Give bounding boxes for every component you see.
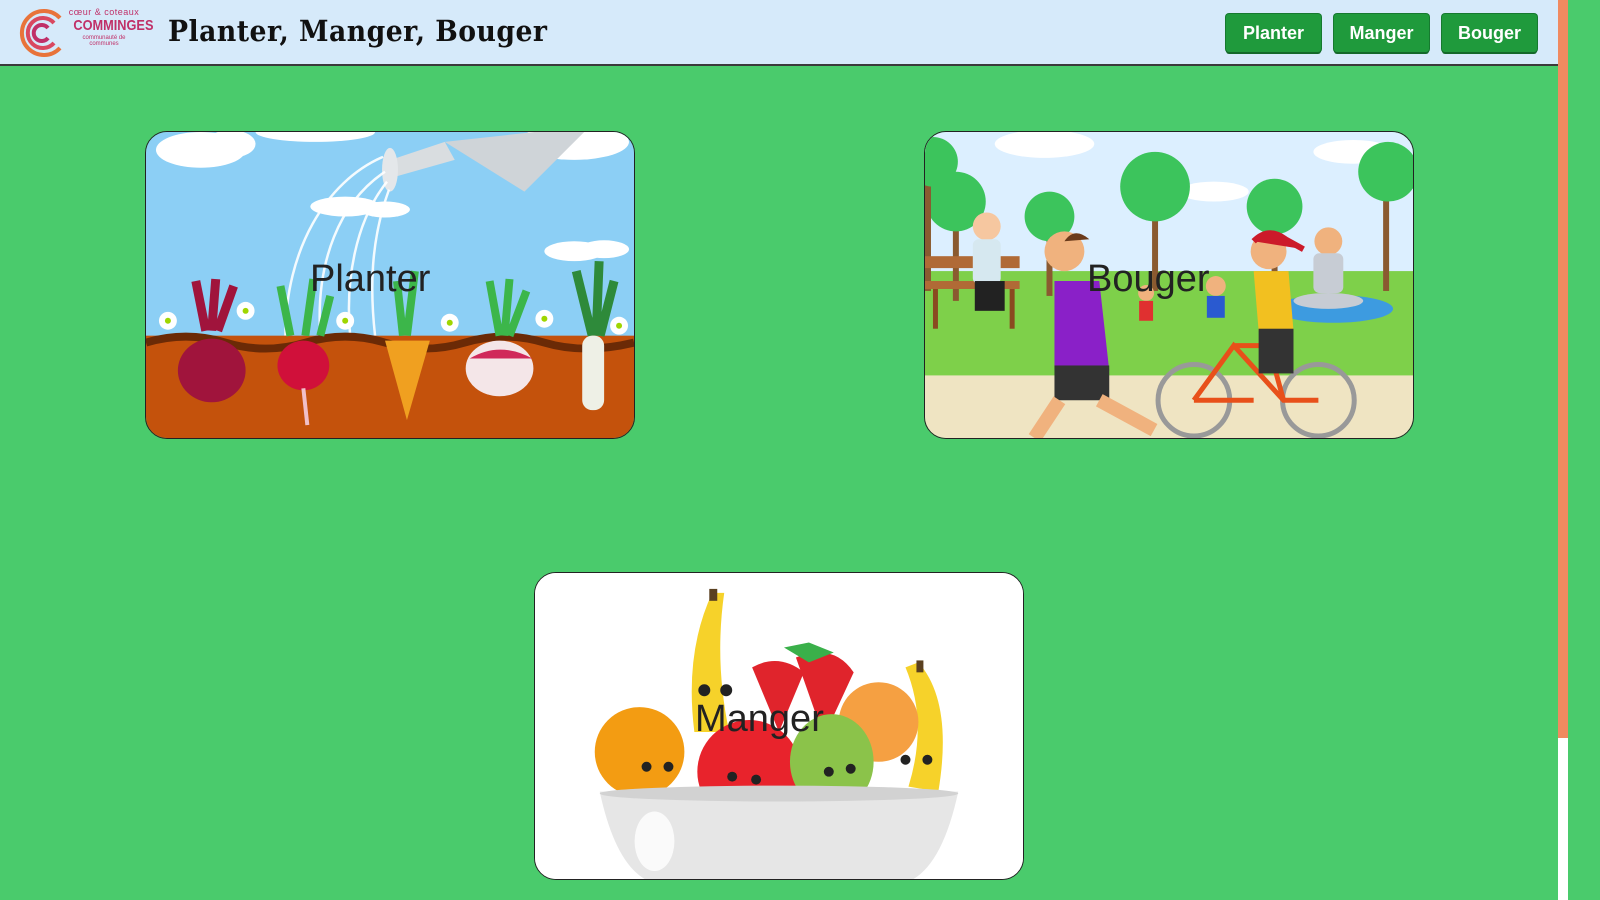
card-label-manger: Manger (695, 698, 824, 740)
nav-button-manger[interactable]: Manger (1334, 14, 1429, 52)
nav-button-bouger[interactable]: Bouger (1442, 14, 1537, 52)
nav-button-planter[interactable]: Planter (1226, 14, 1321, 52)
card-manger[interactable]: Manger (534, 572, 1024, 880)
bowl-icon (599, 785, 959, 879)
logo-swirl-icon (19, 9, 62, 57)
logo[interactable]: cœur & coteaux COMMINGES communauté de c… (16, 7, 154, 58)
logo-line1: cœur & coteaux (68, 7, 140, 17)
logo-line3: communauté de communes (82, 35, 126, 47)
page-title: Planter, Manger, Bouger (168, 14, 548, 48)
logo-text: cœur & coteaux COMMINGES communauté de c… (68, 7, 154, 48)
card-planter[interactable]: Planter (145, 131, 635, 439)
card-label-planter: Planter (310, 258, 431, 300)
logo-line2: COMMINGES (73, 17, 154, 34)
card-bouger[interactable]: Bouger (924, 131, 1414, 439)
header-bar: cœur & coteaux COMMINGES communauté de c… (0, 0, 1558, 66)
card-label-bouger: Bouger (1087, 258, 1210, 300)
scrollbar-thumb[interactable] (1558, 738, 1568, 900)
